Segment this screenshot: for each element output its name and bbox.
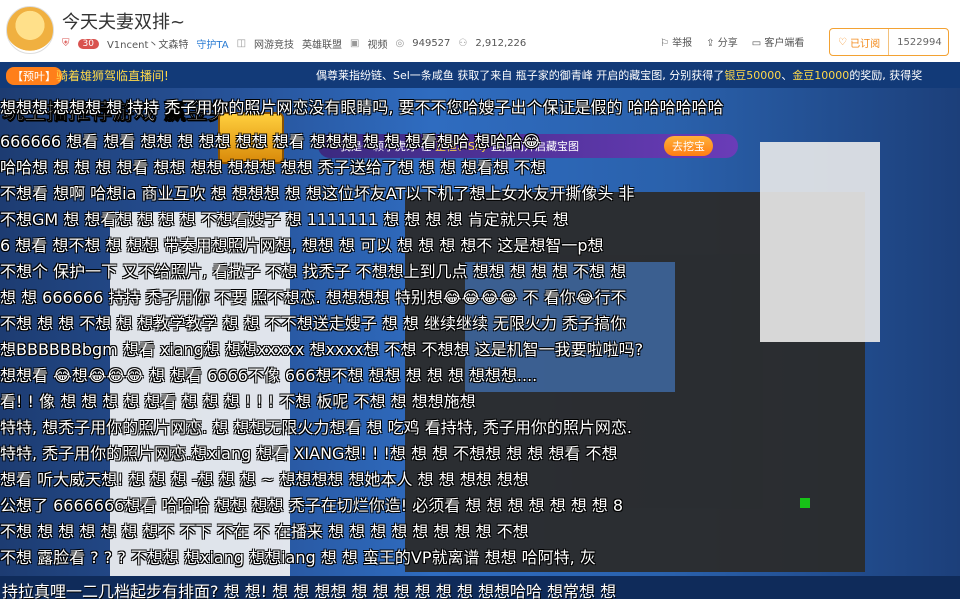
room-header: 今天夫妻双排~ ⛨ 30 V1ncent丶文森特 守护TA ◫ 网游竞技 英雄联…	[0, 0, 960, 63]
banner-gold2: 金豆10000	[792, 69, 850, 82]
fans-count: 2,912,226	[475, 38, 527, 49]
danmaku-row: 想想看 😂想😂😂😂 想 想看 6666不像 666想不想 想想 想 想 想 想想…	[0, 366, 538, 385]
subscribed-icon: ♡	[838, 36, 847, 48]
danmaku-row: 公想了 6666666想看 哈哈哈 想想 想想 秃子在切烂你造! 必须看 想 想…	[0, 496, 624, 515]
danmaku-row: 不想GM 想 想看想 想 想 想 不想看嫂子 想 1111111 想 想 想 想…	[0, 210, 569, 229]
header-actions: ⚐ 举报 ⇪ 分享 ▭ 客户端看	[660, 34, 804, 49]
dig-treasure-button[interactable]: 去挖宝	[664, 136, 713, 156]
danmaku-row: 特特, 想秃子用你的照片网恋. 想 想想无限火力想看 想 吃鸡 看持特, 秃子用…	[0, 418, 632, 437]
status-square	[800, 498, 810, 508]
views-icon: ◎	[395, 38, 405, 49]
banner-mid: 、	[781, 69, 793, 82]
danmaku-row: 不想 想 想 想 想 想 想不 不下 不在 不 在播来 想 想 想 想 想 想 …	[0, 522, 529, 541]
share-icon: ⇪	[706, 38, 715, 49]
share-button[interactable]: ⇪ 分享	[706, 34, 738, 49]
report-label: 举报	[672, 38, 693, 49]
level-badge: 30	[77, 38, 99, 49]
report-button[interactable]: ⚐ 举报	[660, 34, 692, 49]
stream-window-right	[760, 142, 880, 342]
subscribe-count: 1522994	[897, 36, 942, 48]
client-icon: ▭	[751, 38, 762, 49]
client-label: 客户端看	[764, 38, 805, 49]
danmaku-row: 不想看 想啊 哈想ia 商业互吹 想 想想想 想 想这位坏友AT以下机了想上女水…	[0, 184, 635, 203]
danmaku-row: 看! ! 像 想 想 想 想 想看 想 想 想 ! ! ! 不想 板呢 不想 想…	[0, 392, 476, 411]
room-title: 今天夫妻双排~	[62, 12, 186, 33]
banner-end: 的奖励, 获得奖	[849, 69, 923, 82]
bottom-danmaku: 持拉真哩一二几档起步有排面? 想 想! 想 想 想想 想 想 想 想 想 想 想…	[2, 582, 617, 599]
fans-icon: ⚇	[458, 38, 468, 49]
danmaku-row: 特特, 秃子用你的照片网恋.想xiang 想看 XIANG想! ! !想 想 想…	[0, 444, 618, 463]
danmaku-row: 6 想看 想不想 想 想想 带奏用想照片网想, 想想 想 可以 想 想 想 想不…	[0, 236, 604, 255]
category-name[interactable]: 英雄联盟	[302, 36, 342, 51]
streamer-avatar[interactable]	[6, 6, 54, 54]
video-player[interactable]: 【预叶】 骑着雄狮驾临直播间! 偶尊莱指纷链、Sel一条咸鱼 获取了来自 瓶子家…	[0, 62, 960, 599]
report-icon: ⚐	[660, 38, 669, 49]
video-count: 949527	[412, 38, 451, 49]
category-parent[interactable]: 网游竞技	[254, 36, 294, 51]
subscribe-button[interactable]: ♡ 已订阅 1522994	[829, 28, 949, 56]
danmaku-row: 哈哈想 想 想 想 想看 想想 想想 想想想 想想 秃子送给了想 想 想 想看想…	[0, 158, 547, 177]
danmaku-row: 想BBBBBBbgm 想看 xiang想 想想xxxxx 想xxxx想 不想 不…	[0, 340, 644, 359]
client-button[interactable]: ▭ 客户端看	[752, 34, 805, 49]
subscribe-text: 已订阅	[850, 38, 881, 50]
share-label: 分享	[717, 38, 738, 49]
streamer-name[interactable]: V1ncent丶文森特	[107, 36, 188, 51]
danmaku-row: 不想个 保护一下 又不给照片, 看撒子 不想 找秃子 不想想上到几点 想想 想 …	[0, 262, 627, 281]
guard-link[interactable]: 守护TA	[196, 36, 228, 51]
subscribe-label: ♡ 已订阅	[830, 29, 890, 55]
danmaku-row: 想看 听大威天想! 想 想 想 -想 想 想 ~ 想想想想 想她本人 想 想 想…	[0, 470, 529, 489]
danmaku-row: 666666 想看 想看 想想 想 想想 想想 想看 想想想 想 想 想看想哈 …	[0, 132, 541, 151]
banner-right-b: 获取了来自 瓶子家的御青峰 开启的藏宝图, 分别获得了	[457, 69, 725, 82]
category-icon: ◫	[236, 38, 247, 49]
danmaku-row: 不想 想 想 不想 想 想教学教学 想 想 不不想送走嫂子 想 想 继续继续 无…	[0, 314, 627, 333]
danmaku-row: 不想 露脸看 ? ? ? 不想想 想xiang 想想iang 想 想 蛮王的VP…	[0, 548, 596, 567]
banner-left-text: 骑着雄狮驾临直播间!	[56, 69, 169, 83]
level-shield-icon: ⛨	[62, 38, 70, 49]
danmaku-row: 想想想 想想想 想 持持 秃子用你的照片网恋没有眼睛吗, 要不不您哈嫂子出个保证…	[0, 98, 724, 117]
banner-right-a: 偶尊莱指纷链、Sel一条咸鱼	[316, 69, 458, 82]
danmaku-row: 想 想 666666 持持 秃孑用你 不要 照不想恋. 想想想想 特别想😂😂😂😂…	[0, 288, 627, 307]
room-meta: ⛨ 30 V1ncent丶文森特 守护TA ◫ 网游竞技 英雄联盟 ▣ 视频 ◎…	[62, 36, 526, 51]
video-icon: ▣	[350, 38, 360, 49]
banner-gold1: 银豆50000	[724, 69, 782, 82]
hot-tag: 【预叶】	[6, 67, 62, 85]
video-label[interactable]: 视频	[368, 36, 388, 51]
banner-right-text: 偶尊莱指纷链、Sel一条咸鱼 获取了来自 瓶子家的御青峰 开启的藏宝图, 分别获…	[316, 67, 922, 83]
